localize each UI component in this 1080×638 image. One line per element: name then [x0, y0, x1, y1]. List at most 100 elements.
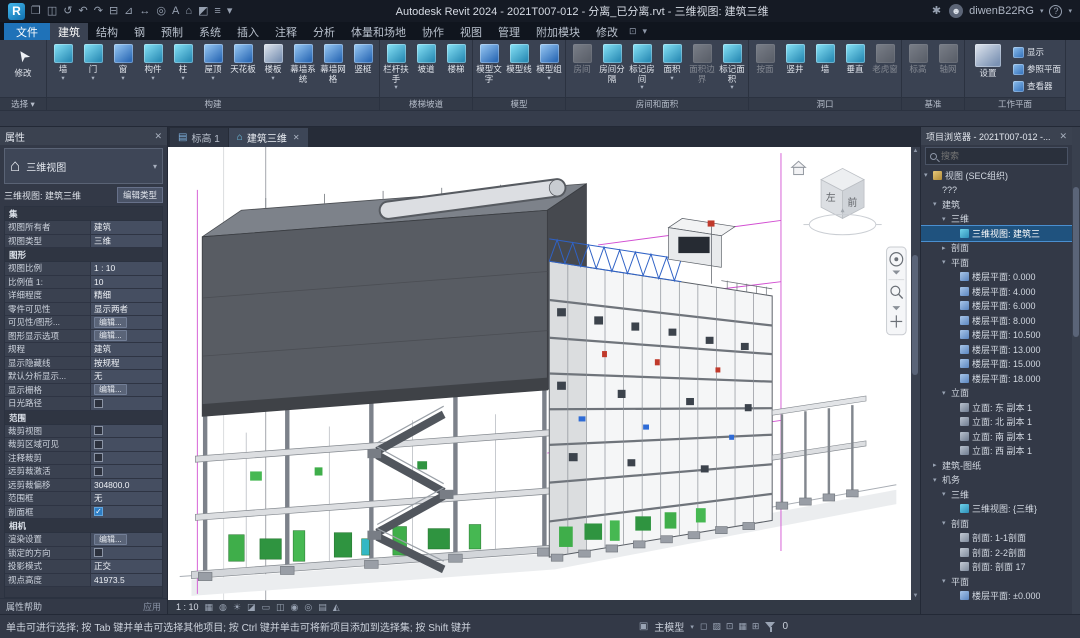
notification-icon[interactable]: ✱	[930, 6, 943, 17]
tool-curtain-grid[interactable]: 幕墙网格	[318, 41, 348, 97]
checkbox[interactable]: ✓	[94, 507, 103, 516]
tree-item[interactable]: 立面: 西 副本 1	[921, 444, 1072, 459]
tree-item[interactable]: 剖面: 2-2剖面	[921, 545, 1072, 560]
modify-options-icon[interactable]: ⊡	[626, 23, 640, 40]
prop-section[interactable]: 相机	[5, 519, 162, 533]
open-icon[interactable]: ❐	[29, 6, 43, 17]
viewcube-home-icon[interactable]	[792, 161, 806, 174]
checkbox[interactable]	[94, 467, 103, 476]
view-tab-标高 1[interactable]: ▤标高 1	[170, 128, 228, 147]
ribbon-group-label-选择[interactable]: 选择 ▾	[0, 97, 46, 110]
tool-room-separator[interactable]: 房间分隔	[597, 41, 627, 97]
text-icon[interactable]: A	[170, 6, 181, 17]
select-links-icon[interactable]: ◻	[700, 622, 707, 631]
ribbon-group-label-构建[interactable]: 构建	[47, 97, 379, 110]
prop-section[interactable]: 集	[5, 207, 162, 221]
tree-item[interactable]: ▸剖面	[921, 241, 1072, 256]
tree-item[interactable]: 剖面: 1-1剖面	[921, 531, 1072, 546]
tree-item[interactable]: 剖面: 剖面 17	[921, 560, 1072, 575]
scroll-up-icon[interactable]: ▲	[911, 148, 920, 154]
ribbon-tab-附加模块[interactable]: 附加模块	[528, 23, 588, 40]
tree-item[interactable]: ▾视图 (SEC组织)	[921, 168, 1072, 183]
prop-value[interactable]: 无	[91, 370, 162, 383]
default-3d-view-icon[interactable]: ⌂	[183, 6, 194, 17]
ribbon-tab-插入[interactable]: 插入	[229, 23, 267, 40]
viewcube-left-face[interactable]: 左	[826, 191, 836, 204]
ribbon-group-label-房间和面积[interactable]: 房间和面积	[566, 97, 748, 110]
help-menu-caret-icon[interactable]: ▾	[1068, 7, 1072, 15]
prop-value[interactable]: 10	[91, 276, 162, 289]
viewport-scrollbar[interactable]: ▲ ▼	[911, 147, 920, 600]
tool-model-group[interactable]: 模型组▾	[534, 41, 564, 97]
edit-button[interactable]: 编辑...	[94, 330, 127, 341]
visual-style-icon[interactable]: ◍	[219, 603, 227, 612]
ribbon-tab-视图[interactable]: 视图	[452, 23, 490, 40]
checkbox[interactable]	[94, 399, 103, 408]
tool-tag-room[interactable]: 标记房间▾	[627, 41, 657, 97]
tool-railing[interactable]: 栏杆扶手▾	[381, 41, 411, 97]
ribbon-tab-预制[interactable]: 预制	[153, 23, 191, 40]
tool-vertical-opening[interactable]: 垂直	[840, 41, 870, 97]
select-by-face-icon[interactable]: ▦	[738, 622, 747, 631]
search-input[interactable]	[941, 151, 1063, 161]
tool-roof[interactable]: 屋顶▾	[198, 41, 228, 97]
navigation-bar[interactable]	[887, 247, 907, 335]
tool-wall[interactable]: 墙▾	[48, 41, 78, 97]
close-tab-icon[interactable]: ✕	[293, 133, 300, 142]
temporary-hide-icon[interactable]: ◉	[291, 603, 299, 612]
tool-area[interactable]: 面积▾	[657, 41, 687, 97]
tree-item[interactable]: 立面: 南 副本 1	[921, 429, 1072, 444]
help-icon[interactable]: ?	[1049, 5, 1062, 18]
design-options-icon[interactable]: ▣	[639, 621, 648, 632]
edit-button[interactable]: 编辑...	[94, 384, 127, 395]
tree-item[interactable]: ▾机务	[921, 473, 1072, 488]
filter-icon[interactable]	[765, 621, 776, 632]
tool-floor[interactable]: 楼板▾	[258, 41, 288, 97]
file-tab[interactable]: 文件	[4, 23, 50, 40]
shadows-icon[interactable]: ◪	[247, 603, 256, 612]
prop-value[interactable]: 建筑	[91, 221, 162, 234]
viewport-canvas[interactable]: 左 前	[168, 147, 911, 600]
prop-value[interactable]: 1 : 10	[91, 262, 162, 275]
tree-item[interactable]: 楼层平面: 15.000	[921, 357, 1072, 372]
ribbon-group-label-洞口[interactable]: 洞口	[749, 97, 901, 110]
view-scale[interactable]: 1 : 10	[176, 602, 199, 612]
tree-item[interactable]: 立面: 北 副本 1	[921, 415, 1072, 430]
ribbon-tab-分析[interactable]: 分析	[305, 23, 343, 40]
ribbon-tab-修改[interactable]: 修改	[588, 23, 626, 40]
user-avatar[interactable]: ☻	[949, 4, 963, 18]
tool-stair[interactable]: 楼梯	[441, 41, 471, 97]
view-tab-建筑三维[interactable]: ⌂建筑三维✕	[229, 128, 308, 147]
ribbon-tab-体量和场地[interactable]: 体量和场地	[343, 23, 414, 40]
crop-region-icon[interactable]: ◫	[276, 603, 285, 612]
tool-component[interactable]: 构件▾	[138, 41, 168, 97]
tree-item[interactable]: ▾立面	[921, 386, 1072, 401]
tree-item[interactable]: 楼层平面: 10.500	[921, 328, 1072, 343]
detail-level-icon[interactable]: ▦	[205, 603, 214, 612]
ribbon-group-label-模型[interactable]: 模型	[473, 97, 565, 110]
tree-item[interactable]: ???	[921, 183, 1072, 198]
viewcube[interactable]: 左 前	[792, 161, 882, 234]
ribbon-tab-钢[interactable]: 钢	[126, 23, 153, 40]
scrollbar-thumb[interactable]	[912, 255, 918, 375]
tool-set-work-plane[interactable]: 设置	[966, 41, 1010, 97]
prop-section[interactable]: 范围	[5, 411, 162, 425]
tool-tag-area[interactable]: 标记面积▾	[717, 41, 747, 97]
tree-item[interactable]: ▾平面	[921, 255, 1072, 270]
undo-icon[interactable]: ↶	[77, 6, 90, 17]
tool-model-text[interactable]: 模型文字	[474, 41, 504, 97]
crop-view-icon[interactable]: ▭	[262, 603, 271, 612]
aligned-dimension-icon[interactable]: ↔	[137, 6, 152, 17]
tree-item[interactable]: ▾三维	[921, 212, 1072, 227]
prop-value[interactable]: 精细	[91, 289, 162, 302]
edit-button[interactable]: 编辑...	[94, 534, 127, 545]
tool-ramp[interactable]: 坡道	[411, 41, 441, 97]
browser-scrollbar[interactable]	[1072, 127, 1080, 614]
tree-item[interactable]: 楼层平面: 6.000	[921, 299, 1072, 314]
tool-window[interactable]: 窗▾	[108, 41, 138, 97]
edit-button[interactable]: 编辑...	[94, 317, 127, 328]
close-properties-icon[interactable]: ✕	[154, 131, 162, 142]
prop-value[interactable]: 三维	[91, 235, 162, 248]
tree-item[interactable]: 楼层平面: 18.000	[921, 371, 1072, 386]
prop-value[interactable]: 304800.0	[91, 479, 162, 492]
